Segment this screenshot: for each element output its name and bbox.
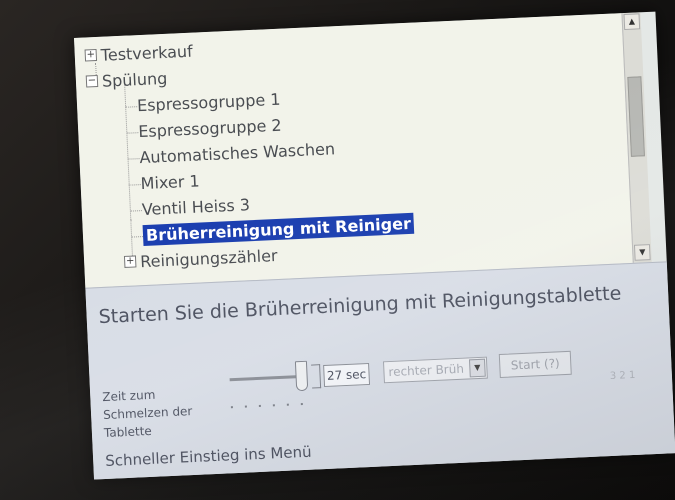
tree-item-label: Testverkauf	[100, 41, 194, 65]
slider-ticks	[230, 402, 303, 410]
tree-connector	[126, 132, 139, 134]
scrollbar-thumb[interactable]	[627, 76, 645, 157]
action-panel: Starten Sie die Brüherreinigung mit Rein…	[85, 261, 675, 480]
melt-time-slider-thumb[interactable]	[294, 360, 309, 392]
tree-connector	[131, 236, 144, 238]
start-button[interactable]: Start (?)	[498, 350, 572, 379]
tree-item-mixer-1[interactable]: Mixer 1	[140, 168, 200, 197]
tree-item-label: Reinigungszähler	[139, 246, 278, 272]
tree-item-reinigungszaehler[interactable]: + Reinigungszähler	[123, 243, 278, 276]
expand-icon[interactable]: +	[123, 254, 137, 268]
tree-connector	[123, 79, 132, 220]
quick-menu-link[interactable]: Schneller Einstieg ins Menü	[105, 443, 312, 470]
tree-item-label: Automatisches Waschen	[139, 139, 336, 168]
tree-item-spuelung[interactable]: − Spülung	[85, 66, 168, 96]
tree-item-label: Espressogruppe 2	[137, 115, 283, 142]
expand-icon[interactable]: +	[84, 48, 98, 62]
tree-item-label: Espressogruppe 1	[136, 89, 281, 116]
melt-time-label: Zeit zum Schmelzen der Tablette	[102, 387, 193, 441]
slider-bracket	[311, 364, 322, 389]
tree-item-label: Mixer 1	[140, 171, 200, 194]
touchscreen: + Testverkauf − Spülung Espressogruppe 1 E…	[74, 11, 675, 480]
tree-connector	[128, 184, 141, 186]
dropdown-arrow-icon[interactable]: ▼	[468, 358, 486, 378]
collapse-icon[interactable]: −	[85, 74, 99, 87]
brewer-select[interactable]: rechter Brüh ▼	[382, 356, 488, 384]
tree-connector	[127, 158, 140, 160]
melt-time-value: 27 sec	[323, 362, 371, 388]
tree-connector	[125, 106, 138, 108]
tree-connector	[129, 210, 142, 212]
tree-item-label: Spülung	[101, 68, 168, 91]
action-description: Starten Sie die Brüherreinigung mit Rein…	[98, 282, 622, 329]
menu-tree: + Testverkauf − Spülung Espressogruppe 1 E…	[74, 13, 633, 288]
faint-counter: 3 2 1	[609, 369, 636, 383]
tree-item-testverkauf[interactable]: + Testverkauf	[84, 39, 193, 70]
scroll-down-icon[interactable]: ▼	[633, 244, 651, 261]
tree-item-label: Ventil Heiss 3	[141, 195, 251, 220]
scroll-up-icon[interactable]: ▲	[623, 13, 641, 31]
brewer-select-value: rechter Brüh	[388, 361, 465, 380]
melt-time-slider-track[interactable]	[229, 375, 302, 382]
